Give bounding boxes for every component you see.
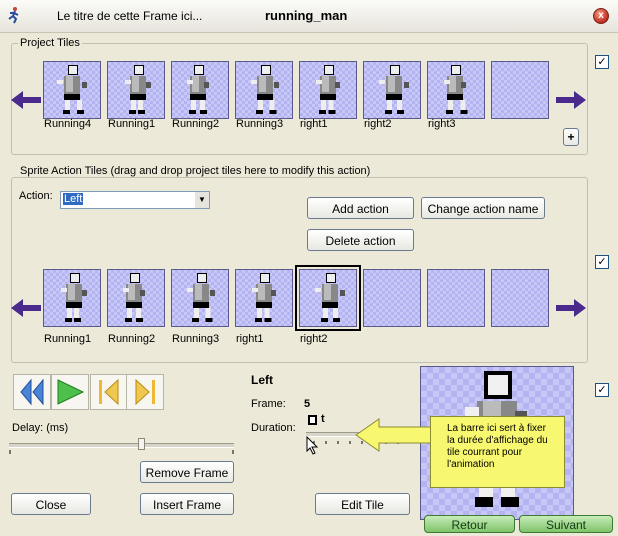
project-tile-label: Running3: [236, 118, 284, 130]
delay-ticks: [9, 450, 234, 454]
action-tile-label: Running1: [44, 333, 92, 345]
mouse-pointer-icon: [306, 436, 319, 455]
project-tile-label: Running4: [44, 118, 92, 130]
insert-frame-button[interactable]: Insert Frame: [140, 493, 234, 515]
edit-tile-button[interactable]: Edit Tile: [315, 493, 410, 515]
action-select-value: Left: [63, 193, 84, 205]
action-tile[interactable]: [363, 269, 421, 327]
action-tile-label: Running3: [172, 333, 220, 345]
project-tile-label: right1: [300, 118, 328, 130]
delay-slider[interactable]: [9, 443, 234, 448]
rewind-icon: [20, 378, 44, 406]
sprite-action-checkbox[interactable]: ✓: [595, 255, 609, 269]
project-tile[interactable]: [299, 61, 357, 119]
action-tile-label: right2: [300, 333, 328, 345]
action-select[interactable]: Left ▼: [60, 191, 210, 209]
window-subtitle: Le titre de cette Frame ici...: [57, 9, 203, 23]
title-bar: Le titre de cette Frame ici... running_m…: [0, 0, 618, 33]
project-tile[interactable]: [43, 61, 101, 119]
callout-arrow-icon: [355, 418, 435, 452]
action-tile-label: Running2: [108, 333, 156, 345]
right-arrow-icon[interactable]: [556, 298, 586, 318]
left-arrow-icon[interactable]: [11, 90, 41, 110]
action-tile[interactable]: [491, 269, 549, 327]
delay-label: Delay: (ms): [12, 422, 69, 434]
app-icon: [8, 7, 19, 24]
close-button[interactable]: Close: [11, 493, 91, 515]
duration-glyph: t: [321, 413, 325, 425]
window-title: running_man: [265, 8, 348, 23]
project-tile-label: right2: [364, 118, 392, 130]
action-label: Action:: [19, 190, 53, 202]
action-tile-label: right1: [236, 333, 264, 345]
prev-frame-icon: [99, 378, 119, 406]
action-tile[interactable]: [295, 265, 361, 331]
project-tile[interactable]: [491, 61, 549, 119]
remove-frame-button[interactable]: Remove Frame: [140, 461, 234, 483]
project-tiles-checkbox[interactable]: ✓: [595, 55, 609, 69]
left-arrow-icon[interactable]: [11, 298, 41, 318]
duration-slider-thumb[interactable]: [308, 415, 317, 425]
project-tile[interactable]: [235, 61, 293, 119]
help-callout: La barre ici sert à fixer la durée d'aff…: [430, 416, 565, 488]
delay-slider-thumb[interactable]: [138, 438, 145, 450]
play-button[interactable]: [51, 374, 89, 410]
frame-label: Frame:: [251, 398, 286, 410]
next-frame-button[interactable]: [126, 374, 164, 410]
sprite-action-legend: Sprite Action Tiles (drag and drop proje…: [18, 165, 373, 177]
chevron-down-icon[interactable]: ▼: [195, 192, 209, 208]
close-icon[interactable]: x: [593, 8, 609, 24]
action-tile[interactable]: [107, 269, 165, 327]
project-tiles-legend: Project Tiles: [18, 37, 82, 49]
right-arrow-icon[interactable]: [556, 90, 586, 110]
project-tile-label: Running1: [108, 118, 156, 130]
rewind-button[interactable]: [13, 374, 51, 410]
frame-value: 5: [304, 398, 311, 410]
delete-action-button[interactable]: Delete action: [307, 229, 414, 251]
play-icon: [57, 379, 85, 405]
add-action-button[interactable]: Add action: [307, 197, 414, 219]
current-action-name: Left: [251, 373, 273, 387]
preview-checkbox[interactable]: ✓: [595, 383, 609, 397]
back-button[interactable]: Retour: [424, 515, 515, 533]
add-tile-button[interactable]: +: [563, 128, 579, 146]
action-tile[interactable]: [427, 269, 485, 327]
project-tile[interactable]: [107, 61, 165, 119]
action-tile[interactable]: [171, 269, 229, 327]
project-tile[interactable]: [171, 61, 229, 119]
action-tile[interactable]: [43, 269, 101, 327]
project-tile-label: Running2: [172, 118, 220, 130]
prev-frame-button[interactable]: [90, 374, 128, 410]
duration-label: Duration:: [251, 422, 296, 434]
action-tile[interactable]: [235, 269, 293, 327]
project-tile-label: right3: [428, 118, 456, 130]
project-tile[interactable]: [427, 61, 485, 119]
change-action-name-button[interactable]: Change action name: [421, 197, 545, 219]
next-frame-icon: [135, 378, 155, 406]
next-button[interactable]: Suivant: [519, 515, 613, 533]
project-tile[interactable]: [363, 61, 421, 119]
